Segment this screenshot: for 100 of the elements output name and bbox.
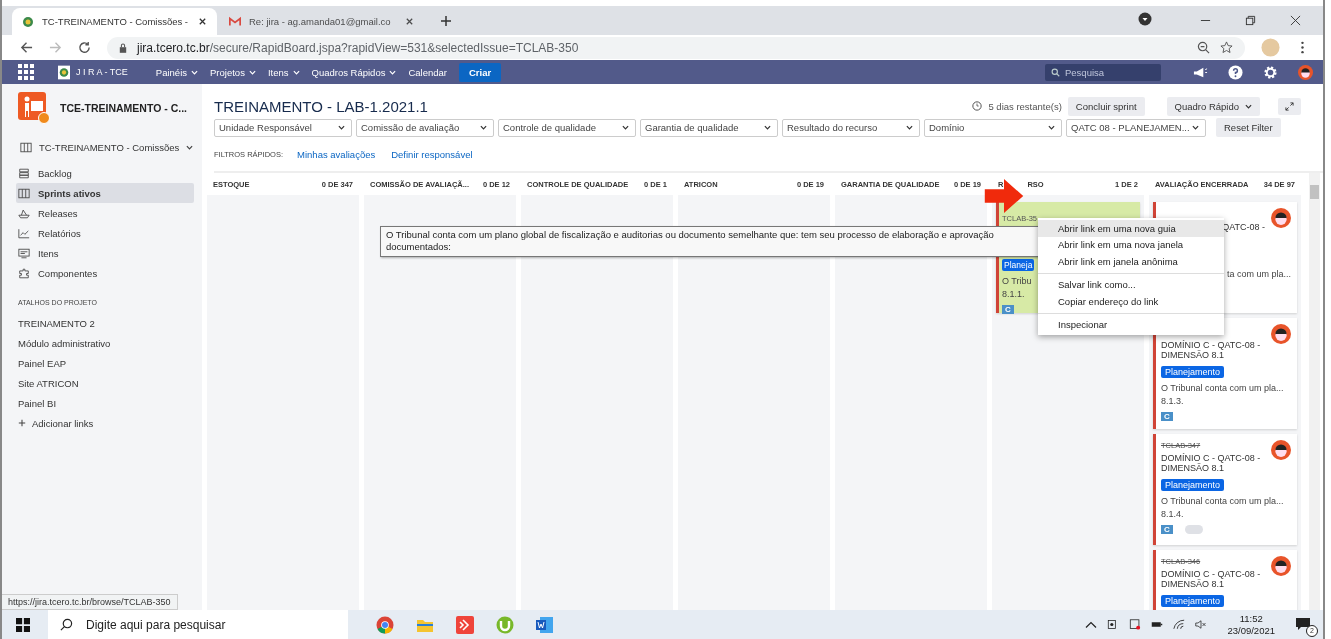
restore-icon[interactable] bbox=[1245, 15, 1256, 26]
shortcut-link[interactable]: Painel BI bbox=[18, 393, 194, 413]
caret-icon bbox=[622, 125, 629, 130]
chart-icon bbox=[18, 227, 30, 239]
sidebar-item[interactable]: Backlog bbox=[16, 163, 194, 183]
expand-icon bbox=[1285, 101, 1294, 111]
caret-icon bbox=[764, 125, 771, 130]
nav-menu[interactable]: Projetos bbox=[210, 66, 256, 78]
status-tag: Planejamento bbox=[1161, 594, 1225, 607]
app-grid-icon[interactable] bbox=[18, 64, 34, 80]
clock-icon bbox=[972, 101, 983, 111]
board-icon bbox=[20, 142, 32, 153]
issue-title: DOMÍNIO C - QATC-08 - DIMENSÃO 8.1 bbox=[1161, 340, 1262, 361]
filter-dropdown[interactable]: QATC 08 - PLANEJAMEN... bbox=[1066, 118, 1206, 137]
wifi-icon[interactable] bbox=[1173, 619, 1186, 630]
speaker-muted-icon[interactable] bbox=[1195, 619, 1208, 630]
taskbar-search-field[interactable]: Digite aqui para pesquisar bbox=[48, 610, 348, 639]
tab-search-icon[interactable] bbox=[1138, 12, 1152, 26]
filter-dropdown[interactable]: Comissão de avaliação bbox=[356, 118, 494, 137]
user-avatar[interactable] bbox=[1298, 64, 1313, 80]
filter-dropdown[interactable]: Domínio bbox=[924, 118, 1062, 137]
type-badge: C bbox=[1161, 411, 1173, 421]
browser-tab[interactable]: Re: jira - ag.amanda01@gmail.co bbox=[219, 8, 424, 35]
search-icon bbox=[60, 618, 73, 631]
help-icon[interactable] bbox=[1228, 64, 1243, 80]
caret-icon bbox=[292, 69, 300, 75]
board-icon bbox=[18, 187, 30, 199]
nav-menu[interactable]: Painéis bbox=[155, 66, 199, 78]
issue-summary: O Tribunal conta com um pla... bbox=[1161, 495, 1284, 506]
sidebar-item[interactable]: Releases bbox=[16, 203, 194, 223]
shortcut-link[interactable]: Painel EAP bbox=[18, 353, 194, 373]
emblem-icon bbox=[22, 15, 34, 28]
nav-menu[interactable]: Quadros Rápidos bbox=[311, 66, 397, 78]
mail-icon bbox=[229, 15, 241, 28]
taskbar-clock[interactable]: 11:52 23/09/2021 bbox=[1227, 613, 1275, 636]
monitor-icon bbox=[18, 247, 30, 259]
quick-filter-link[interactable]: Minhas avaliações bbox=[297, 148, 376, 160]
address-field[interactable]: jira.tcero.tc.br/secure/RapidBoard.jspa?rapidView=531&selectedIssue=TCLAB-350 bbox=[107, 36, 1245, 59]
quick-board-button[interactable]: Quadro Rápido bbox=[1166, 96, 1260, 116]
caret-icon bbox=[186, 145, 194, 150]
back-icon[interactable] bbox=[20, 41, 33, 54]
nav-menu[interactable]: Itens bbox=[267, 66, 300, 78]
filter-dropdown[interactable]: Controle de qualidade bbox=[498, 118, 636, 137]
issue-card[interactable]: DOMÍNIO C - QATC-08 - DIMENSÃO 8.1 Planejamento O Tribunal conta com um pla... 8.1.3. C bbox=[1153, 318, 1297, 429]
sidebar-item[interactable]: Sprints ativos bbox=[16, 183, 194, 203]
caret-icon bbox=[906, 125, 913, 130]
zoom-out-icon[interactable] bbox=[1197, 41, 1210, 54]
filter-dropdown[interactable]: Resultado do recurso bbox=[782, 118, 920, 137]
arrow-drawing bbox=[982, 179, 1026, 213]
estimate-pill bbox=[1184, 524, 1203, 534]
status-tag: Planejamento bbox=[1161, 365, 1225, 378]
status-tag: Planejamento bbox=[1161, 478, 1225, 491]
create-button[interactable]: Criar bbox=[459, 62, 502, 82]
caret-icon bbox=[1245, 103, 1252, 109]
complete-sprint-button[interactable]: Concluir sprint bbox=[1067, 96, 1145, 116]
quick-filter-link[interactable]: Definir responsável bbox=[391, 148, 473, 160]
sidebar-item[interactable]: Componentes bbox=[16, 263, 194, 283]
shortcut-link[interactable]: Módulo administrativo bbox=[18, 333, 194, 353]
close-icon[interactable] bbox=[198, 17, 207, 26]
project-name[interactable]: TCE-TREINAMENTO - C... bbox=[60, 102, 187, 114]
stack-icon bbox=[18, 167, 30, 179]
caret-icon bbox=[191, 69, 199, 75]
search-field[interactable]: Pesquisa bbox=[1045, 63, 1161, 81]
reset-filter-button[interactable]: Reset Filter bbox=[1216, 118, 1281, 137]
caret-icon bbox=[338, 125, 345, 130]
close-icon[interactable] bbox=[405, 17, 414, 26]
message-icon bbox=[1295, 616, 1311, 631]
shortcut-link[interactable]: TREINAMENTO 2 bbox=[18, 313, 194, 333]
reload-icon[interactable] bbox=[78, 41, 91, 54]
sidebar-item[interactable]: Relatórios bbox=[16, 223, 194, 243]
add-links-link[interactable]: Adicionar links bbox=[18, 413, 194, 433]
days-remaining: 5 dias restante(s) bbox=[988, 100, 1062, 112]
settings-icon[interactable] bbox=[1263, 64, 1278, 80]
item-number: 8.1.1. bbox=[1002, 289, 1025, 299]
browser-tab[interactable]: TC-TREINAMENTO - Comissões - bbox=[12, 8, 217, 35]
shortcut-link[interactable]: Site ATRICON bbox=[18, 373, 194, 393]
remote-app-icon[interactable] bbox=[456, 615, 474, 634]
nav-menu[interactable]: Calendar bbox=[408, 66, 447, 78]
board-selector[interactable]: TC-TREINAMENTO - Comissões bbox=[20, 142, 194, 153]
filter-dropdown[interactable]: Garantia de qualidade bbox=[640, 118, 778, 137]
word-app-icon[interactable] bbox=[536, 615, 554, 634]
status-tag: Planeja bbox=[1002, 259, 1035, 271]
type-badge: C bbox=[1002, 305, 1014, 314]
browser-icon[interactable] bbox=[376, 615, 394, 634]
tab-title: TC-TREINAMENTO - Comissões - bbox=[42, 16, 190, 27]
close-icon[interactable] bbox=[1290, 15, 1301, 26]
battery-icon[interactable] bbox=[1151, 619, 1164, 630]
sidebar-item[interactable]: Itens bbox=[16, 243, 194, 263]
app-logo-text[interactable]: J I R A - TCE bbox=[76, 67, 128, 77]
scrollbar[interactable] bbox=[1309, 173, 1320, 610]
search-icon bbox=[1051, 67, 1060, 77]
star-icon[interactable] bbox=[1220, 41, 1233, 54]
chevron-up-icon[interactable] bbox=[1085, 619, 1098, 630]
expand-button[interactable] bbox=[1278, 97, 1301, 115]
new-tab-icon[interactable] bbox=[440, 15, 452, 27]
menu-item[interactable]: Abrir link em uma nova guia bbox=[1038, 220, 1224, 237]
type-badge: C bbox=[1161, 524, 1173, 534]
start-icon[interactable] bbox=[16, 617, 30, 632]
filter-dropdown[interactable]: Unidade Responsável bbox=[214, 118, 352, 137]
caret-icon bbox=[480, 125, 487, 130]
